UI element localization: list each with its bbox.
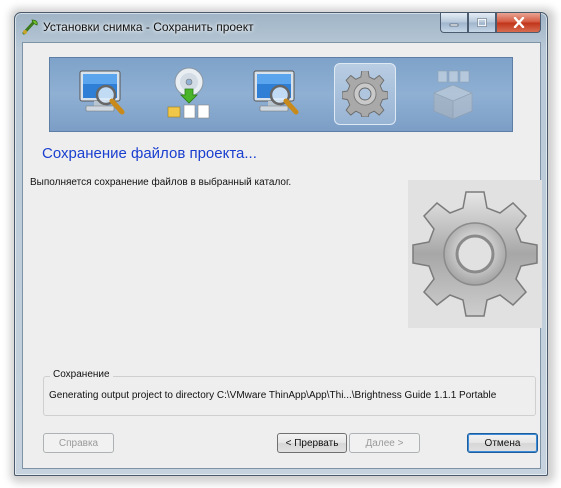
app-icon (22, 19, 38, 35)
install-icon (167, 67, 210, 119)
step-build (422, 63, 484, 125)
wizard-client-area: Сохранение файлов проекта... Выполняется… (22, 42, 542, 469)
page-heading: Сохранение файлов проекта... (42, 145, 257, 162)
minimize-icon (449, 23, 459, 26)
group-label: Сохранение (50, 369, 113, 380)
close-icon (513, 17, 524, 28)
window-title: Установки снимка - Сохранить проект (43, 20, 254, 34)
save-status-group: Сохранение Generating output project to … (43, 369, 536, 416)
page-description: Выполняется сохранение файлов в выбранны… (30, 177, 292, 188)
help-button[interactable]: Справка (43, 433, 114, 453)
wizard-window: Установки снимка - Сохранить проект Сохр… (14, 12, 548, 476)
output-path-text: Generating output project to directory C… (49, 390, 497, 401)
build-icon (432, 70, 474, 120)
gear-illustration (408, 180, 542, 328)
maximize-icon (477, 18, 487, 27)
scan-icon (79, 70, 125, 115)
gear-icon (342, 71, 388, 117)
close-button[interactable] (496, 13, 541, 33)
next-button[interactable]: Далее > (349, 433, 420, 453)
scan-icon (253, 70, 299, 115)
minimize-button[interactable] (440, 13, 468, 33)
gear-icon (412, 191, 538, 317)
title-bar[interactable]: Установки снимка - Сохранить проект (15, 13, 547, 41)
maximize-button[interactable] (468, 13, 496, 33)
cancel-button[interactable]: Отмена (467, 433, 538, 453)
step-save-active (334, 63, 396, 125)
step-scan-before (72, 63, 134, 125)
step-install (158, 63, 220, 125)
step-scan-after (246, 63, 308, 125)
wizard-steps-banner (49, 57, 513, 132)
caption-buttons (440, 13, 541, 33)
back-button[interactable]: < Прервать (277, 433, 347, 453)
